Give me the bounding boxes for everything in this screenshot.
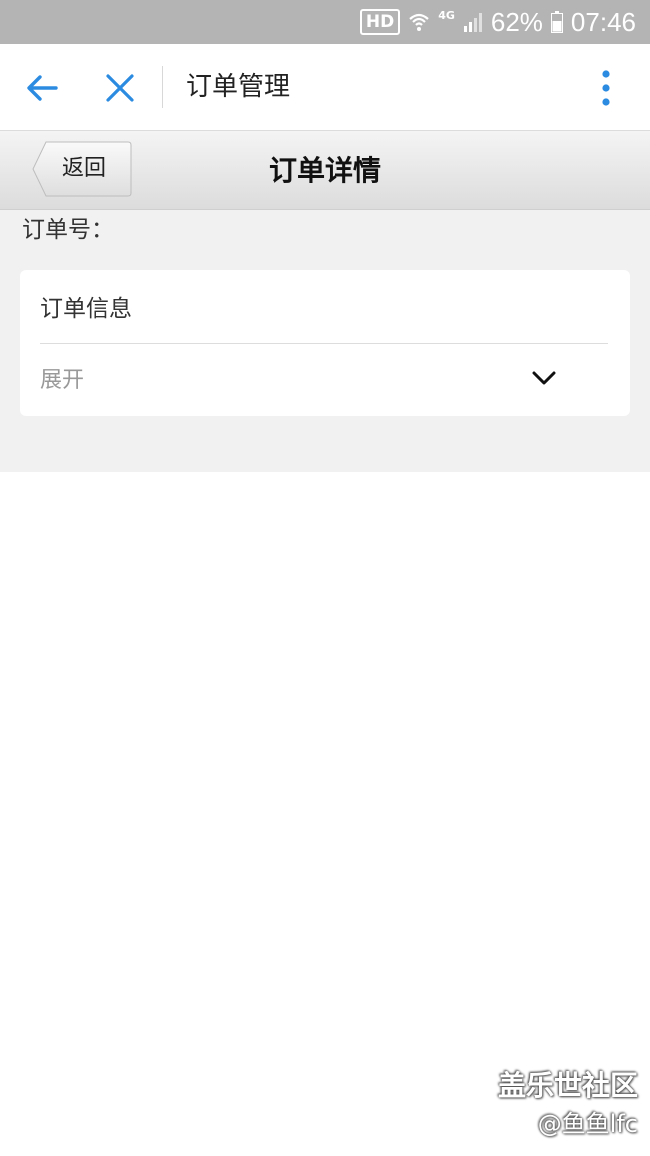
network-type: 4G	[438, 8, 455, 22]
hd-badge: HD	[359, 9, 401, 35]
watermark-user: @鱼鱼lfc	[537, 1110, 638, 1138]
back-arrow-icon[interactable]	[24, 70, 60, 106]
order-info-card: 订单信息 展开	[20, 270, 630, 416]
status-bar-right: HD 4G 62% 07:46	[359, 0, 636, 44]
status-bar: HD 4G 62% 07:46	[0, 0, 650, 44]
more-vertical-icon[interactable]	[596, 70, 616, 106]
status-time: 07:46	[570, 6, 636, 37]
back-button[interactable]: 返回	[32, 141, 132, 197]
chevron-down-icon[interactable]	[532, 370, 556, 386]
app-bar-divider	[162, 66, 163, 108]
back-button-label: 返回	[62, 156, 107, 181]
signal-icon	[463, 13, 482, 32]
card-title: 订单信息	[40, 296, 132, 322]
battery-icon	[550, 11, 563, 33]
expand-toggle[interactable]: 展开	[40, 364, 84, 398]
close-icon[interactable]	[104, 72, 136, 104]
watermark-community: 盖乐世社区	[497, 1069, 638, 1102]
card-divider	[40, 343, 608, 344]
nav-bar: 订单详情 返回	[0, 131, 650, 210]
battery-percent: 62%	[490, 6, 543, 37]
app-bar: 订单管理	[0, 44, 650, 131]
wifi-icon	[409, 13, 429, 31]
app-bar-title: 订单管理	[186, 72, 291, 102]
order-number-label: 订单号：	[22, 217, 114, 243]
content-area: 订单号： 订单信息 展开	[0, 210, 650, 472]
